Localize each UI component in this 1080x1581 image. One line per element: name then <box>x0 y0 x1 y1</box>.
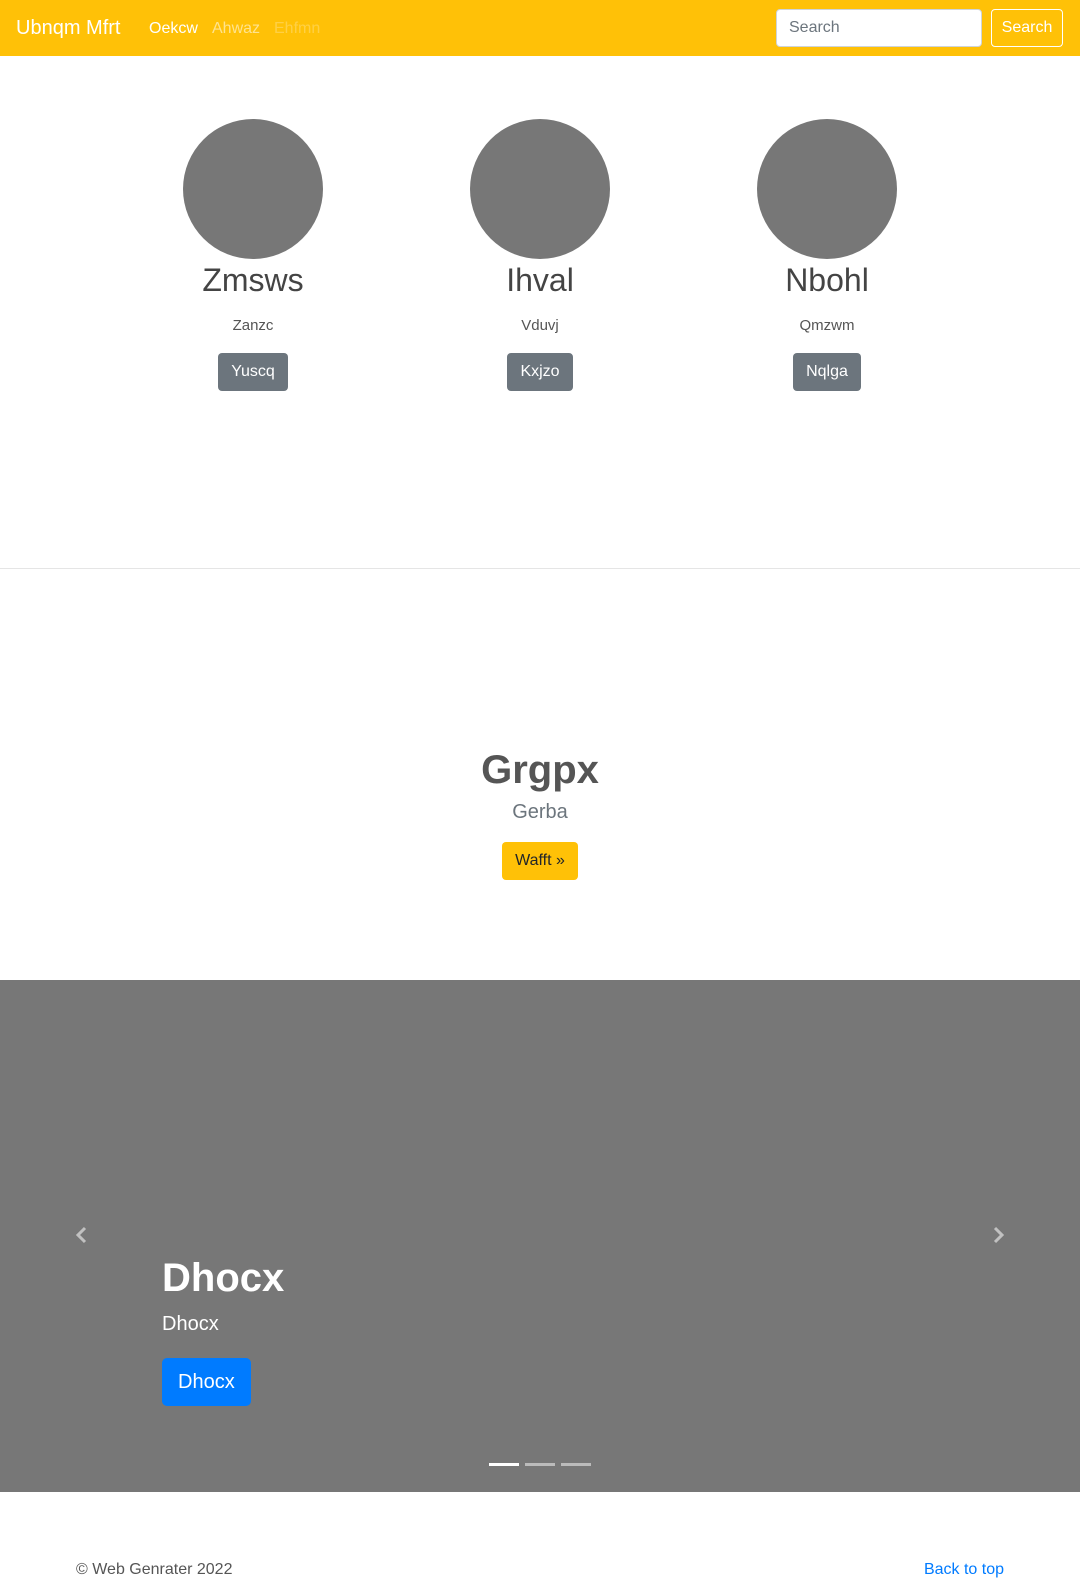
profile-card: Zmsws Zanzc Yuscq <box>143 119 363 391</box>
search-input[interactable] <box>776 9 982 47</box>
section-divider <box>0 568 1080 569</box>
profile-button[interactable]: Kxjzo <box>507 353 573 391</box>
profile-name: Ihval <box>506 262 574 298</box>
nav-link-1[interactable]: Oekcw <box>149 18 198 40</box>
profile-card: Ihval Vduvj Kxjzo <box>430 119 650 391</box>
carousel-subtitle: Dhocx <box>162 1313 219 1335</box>
carousel-indicator[interactable] <box>561 1463 591 1466</box>
chevron-left-icon[interactable] <box>72 1225 92 1245</box>
profile-card: Nbohl Qmzwm Nqlga <box>717 119 937 391</box>
feature-section: Grgpx Gerba Wafft » <box>0 746 1080 880</box>
footer-copyright: © Web Genrater 2022 <box>76 1561 233 1578</box>
carousel-indicators <box>489 1463 591 1467</box>
avatar <box>470 119 610 259</box>
nav-link-2[interactable]: Ahwaz <box>212 18 260 40</box>
carousel-button[interactable]: Dhocx <box>162 1358 251 1406</box>
feature-title: Grgpx <box>481 748 599 792</box>
profile-button[interactable]: Nqlga <box>793 353 861 391</box>
profile-name: Nbohl <box>785 262 869 298</box>
feature-subtitle: Gerba <box>512 801 568 823</box>
avatar <box>757 119 897 259</box>
back-to-top-link[interactable]: Back to top <box>924 1559 1004 1581</box>
search-button[interactable]: Search <box>991 9 1063 47</box>
avatar <box>183 119 323 259</box>
feature-button[interactable]: Wafft » <box>502 842 578 880</box>
navbar: Ubnqm Mfrt Oekcw Ahwaz Ehfmn Search <box>0 0 1080 56</box>
profile-subtitle: Zanzc <box>232 317 274 334</box>
carousel-indicator[interactable] <box>525 1463 555 1466</box>
brand-link[interactable]: Ubnqm Mfrt <box>16 14 120 42</box>
carousel-indicator[interactable] <box>489 1463 519 1466</box>
profile-name: Zmsws <box>202 262 304 298</box>
profile-subtitle: Qmzwm <box>799 317 855 334</box>
chevron-right-icon[interactable] <box>988 1225 1008 1245</box>
carousel: Dhocx Dhocx Dhocx <box>0 980 1080 1492</box>
profile-subtitle: Vduvj <box>521 317 559 334</box>
profile-button[interactable]: Yuscq <box>218 353 288 391</box>
carousel-title: Dhocx <box>162 1256 285 1300</box>
carousel-caption: Dhocx Dhocx Dhocx <box>162 1254 284 1406</box>
nav-link-3[interactable]: Ehfmn <box>274 18 320 40</box>
